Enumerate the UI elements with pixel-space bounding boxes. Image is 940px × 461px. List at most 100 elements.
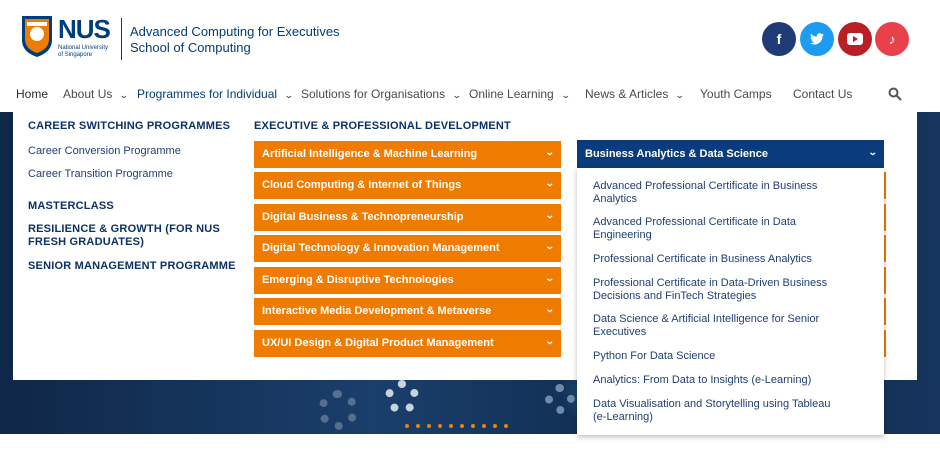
facebook-link[interactable]: f [762,22,796,56]
nav-home[interactable]: Home [16,87,48,101]
category-emerging-tech[interactable]: Emerging & Disruptive Technologies ⌄ [254,267,561,294]
carousel-dots[interactable] [405,424,508,428]
category-label: Interactive Media Development & Metavers… [262,305,492,317]
nav-online-learning[interactable]: Online Learning ⌄ [469,87,570,101]
chevron-down-icon: ⌄ [675,90,686,100]
nus-subtitle-line1: National University [58,45,109,51]
course-link[interactable]: Data Science & Artificial Intelligence f… [593,313,833,339]
carousel-dot[interactable] [493,424,497,428]
nus-crest-icon [22,16,52,57]
course-link[interactable]: Professional Certificate in Data-Driven … [593,277,833,303]
carousel-dot[interactable] [471,424,475,428]
nav-about-label: About Us [63,87,113,101]
nav-home-label: Home [16,87,49,101]
course-line: Decisions and FinTech Strategies [593,290,757,302]
carousel-dot[interactable] [416,424,420,428]
carousel-dot[interactable] [460,424,464,428]
course-link[interactable]: Professional Certificate in Business Ana… [593,253,833,266]
youtube-link[interactable] [838,22,872,56]
business-analytics-dropdown: Advanced Professional Certificate in Bus… [577,168,884,435]
site-header: NUS National University of Singapore Adv… [0,0,940,80]
resilience-heading[interactable]: RESILIENCE & GROWTH (FOR NUS FRESH GRADU… [28,223,220,249]
carousel-dot[interactable] [427,424,431,428]
course-line: Data Visualisation and Storytelling usin… [593,398,831,410]
chevron-down-icon: ⌄ [283,90,294,100]
chevron-down-icon: ⌄ [545,304,556,314]
resilience-heading-line1: RESILIENCE & GROWTH (FOR NUS [28,223,220,235]
category-business-analytics[interactable]: Business Analytics & Data Science ⌄ [577,140,884,168]
career-switching-heading[interactable]: CAREER SWITCHING PROGRAMMES [28,120,230,132]
category-label: Emerging & Disruptive Technologies [262,274,454,286]
course-line: Data Science & Artificial Intelligence f… [593,313,820,325]
chevron-down-icon: ⌄ [451,90,462,100]
category-label: Artificial Intelligence & Machine Learni… [262,148,478,160]
nav-programmes[interactable]: Programmes for Individual ⌄ [137,87,294,101]
nus-logo[interactable]: NUS National University of Singapore [20,14,124,62]
chevron-down-icon: ⌄ [545,178,556,188]
tiktok-link[interactable]: ♪ [875,22,909,56]
nav-about[interactable]: About Us ⌄ [63,87,130,101]
chevron-down-icon: ⌄ [545,210,556,220]
course-line: Professional Certificate in Data-Driven … [593,277,828,289]
category-ux-ui[interactable]: UX/UI Design & Digital Product Managemen… [254,330,561,357]
category-label: Business Analytics & Data Science [585,148,769,160]
logo-divider [121,18,122,60]
nav-youth-camps[interactable]: Youth Camps [700,87,772,101]
nav-news-label: News & Articles [585,87,669,101]
nav-programmes-label: Programmes for Individual [137,87,278,101]
category-cloud-iot[interactable]: Cloud Computing & Internet of Things ⌄ [254,172,561,199]
carousel-dot[interactable] [504,424,508,428]
tiktok-icon: ♪ [888,31,896,47]
chevron-down-icon: ⌄ [545,241,556,251]
search-icon[interactable] [888,87,902,101]
course-link[interactable]: Analytics: From Data to Insights (e-Lear… [593,374,833,387]
category-ai-ml[interactable]: Artificial Intelligence & Machine Learni… [254,141,561,168]
category-label: UX/UI Design & Digital Product Managemen… [262,337,494,349]
category-label: Digital Technology & Innovation Manageme… [262,242,500,254]
course-line: (e-Learning) [593,411,653,423]
senior-management-heading[interactable]: SENIOR MANAGEMENT PROGRAMME [28,260,236,272]
category-digital-tech[interactable]: Digital Technology & Innovation Manageme… [254,235,561,262]
gear-icon [385,380,419,414]
nav-solutions[interactable]: Solutions for Organisations ⌄ [301,87,462,101]
category-interactive-media[interactable]: Interactive Media Development & Metavers… [254,298,561,325]
gear-icon [318,390,358,430]
twitter-icon [810,33,824,45]
resilience-heading-line2: FRESH GRADUATES) [28,236,145,248]
career-transition-link[interactable]: Career Transition Programme [28,168,173,180]
carousel-dot[interactable] [438,424,442,428]
main-nav: Home About Us ⌄ Programmes for Individual… [0,80,940,112]
course-line: Executives [593,326,647,338]
school-name-line1: Advanced Computing for Executives [130,24,340,39]
nav-contact[interactable]: Contact Us [793,87,852,101]
hidden-button-edge [884,267,886,294]
carousel-dot[interactable] [449,424,453,428]
hidden-button-edge [884,298,886,325]
course-line: Advanced Professional Certificate in Bus… [593,180,818,192]
carousel-dot[interactable] [405,424,409,428]
course-link[interactable]: Data Visualisation and Storytelling usin… [593,398,833,424]
course-link[interactable]: Advanced Professional Certificate in Dat… [593,216,833,242]
nav-online-label: Online Learning [469,87,554,101]
nus-subtitle: National University of Singapore [58,45,108,59]
chevron-down-icon: ⌄ [119,90,130,100]
course-line: Engineering [593,229,652,241]
hidden-button-edge [884,235,886,262]
twitter-link[interactable] [800,22,834,56]
course-line: Advanced Professional Certificate in Dat… [593,216,796,228]
nav-solutions-label: Solutions for Organisations [301,87,446,101]
masterclass-heading[interactable]: MASTERCLASS [28,200,114,212]
carousel-dot[interactable] [482,424,486,428]
category-digital-business[interactable]: Digital Business & Technopreneurship ⌄ [254,204,561,231]
nav-news[interactable]: News & Articles ⌄ [585,87,686,101]
hidden-button-edge [884,172,886,199]
course-line: Analytics [593,193,638,205]
course-line: Analytics: From Data to Insights (e-Lear… [593,374,812,386]
course-link[interactable]: Python For Data Science [593,350,833,363]
category-label: Digital Business & Technopreneurship [262,211,464,223]
gear-icon [545,384,575,414]
course-link[interactable]: Advanced Professional Certificate in Bus… [593,180,833,206]
nus-wordmark: NUS [58,14,111,44]
course-line: Professional Certificate in Business Ana… [593,253,812,265]
career-conversion-link[interactable]: Career Conversion Programme [28,145,181,157]
